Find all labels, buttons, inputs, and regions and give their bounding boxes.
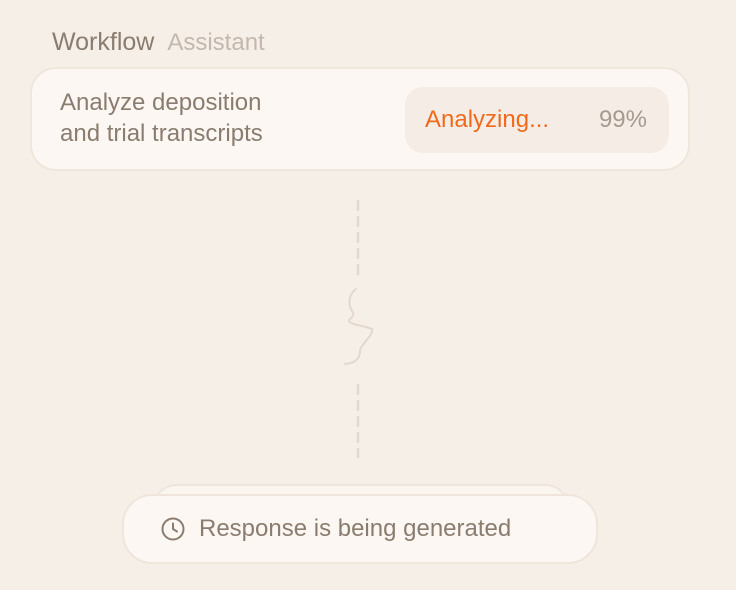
clock-icon [161, 517, 185, 541]
flow-connector [344, 199, 374, 459]
assistant-label: Assistant [167, 29, 265, 56]
workflow-label: Workflow [52, 28, 155, 56]
task-title-line-1: Analyze deposition [60, 89, 262, 116]
task-title-line-2: and trial transcripts [60, 120, 263, 147]
status-text: Analyzing... [425, 106, 550, 133]
task-title: Analyze deposition and trial transcripts [60, 87, 360, 149]
response-status-text: Response is being generated [199, 515, 512, 542]
connector-squiggle-icon [344, 288, 374, 365]
task-card[interactable]: Analyze deposition and trial transcripts… [30, 67, 690, 171]
response-status-chip: Response is being generated [122, 494, 598, 564]
workflow-header: Workflow Assistant [52, 28, 265, 57]
progress-percent: 99% [598, 106, 647, 133]
status-pill: Analyzing... 99% [405, 87, 669, 153]
